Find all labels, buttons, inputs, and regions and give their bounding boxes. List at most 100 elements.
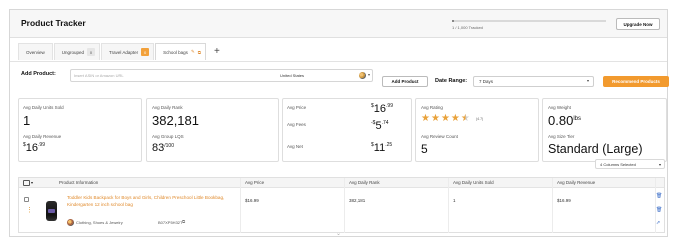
tab-label: Travel Adapter: [109, 49, 139, 55]
fees-label: Avg Fees: [287, 122, 306, 127]
progress-track: [452, 20, 606, 22]
rating-value: (4.7): [476, 117, 484, 121]
product-tracker-panel: Product Tracker 1 / 1,000 Tracked Upgrad…: [9, 9, 669, 237]
row-checkbox[interactable]: [24, 197, 29, 202]
copy-asin-icon[interactable]: ⧉: [182, 219, 185, 224]
add-product-button[interactable]: Add Product: [382, 76, 428, 87]
table-header: ▾ Product Information Avg Price Avg Dail…: [19, 178, 664, 188]
tab-ungrouped[interactable]: Ungrouped 0: [53, 43, 101, 60]
group-tabs: Overview Ungrouped 0 Travel Adapter 0 Sc…: [18, 43, 227, 61]
date-range-label: Date Range:: [435, 78, 468, 84]
tab-school-bags[interactable]: School bags ✎ ⧉: [155, 43, 206, 60]
add-product-field[interactable]: United States ▾: [70, 69, 373, 82]
star-icon: ★: [421, 113, 430, 124]
edit-icon[interactable]: ✎: [191, 49, 195, 55]
stat-card-dimensions: Avg Weight 0.80lbs Avg Size Tier Standar…: [542, 98, 667, 162]
share-icon[interactable]: ⇗: [656, 220, 660, 226]
cell-price: $16.99: [245, 198, 259, 203]
rating-label: Avg Rating: [421, 105, 443, 110]
units-sold-value: 1: [23, 113, 31, 128]
tab-count-badge: 0: [141, 48, 150, 56]
column-divider: [344, 178, 345, 233]
cell-revenue: $16.99: [557, 198, 571, 203]
group-lqs-value: 83/100: [152, 142, 174, 154]
header-bar: Product Tracker 1 / 1,000 Tracked Upgrad…: [10, 10, 667, 38]
units-sold-label: Avg Daily Units Sold: [23, 105, 64, 110]
chevron-down-icon[interactable]: ▾: [368, 72, 370, 77]
date-range-value: 7 Days: [479, 79, 494, 84]
columns-selector[interactable]: 4 Columns Selected ▾: [595, 159, 665, 169]
review-count-value: 5: [421, 142, 428, 156]
marketplace-select[interactable]: United States: [280, 73, 304, 78]
stat-card-pricing: Avg Price $16.99 Avg Fees -$5.74 Avg Net…: [282, 98, 412, 162]
star-rating: ★ ★ ★ ★ ★: [421, 114, 470, 124]
star-icon: ★: [450, 113, 460, 124]
add-tab-icon[interactable]: +: [207, 43, 227, 60]
star-icon: ★: [440, 113, 450, 124]
bsr-value: 382,181: [152, 113, 199, 128]
th-avg-daily-rank[interactable]: Avg Daily Rank: [349, 180, 380, 185]
tab-label: Overview: [26, 49, 45, 55]
stat-card-rank: Avg Daily Rank 382,181 Avg Group LQS 83/…: [146, 98, 279, 162]
product-title-link[interactable]: Toddler Kids Backpack for Boys and Girls…: [67, 194, 227, 208]
products-table: ▾ Product Information Avg Price Avg Dail…: [18, 177, 665, 233]
product-category: Clothing, Shoes & Jewelry: [76, 220, 123, 225]
recommend-products-button[interactable]: Recommend Products: [603, 76, 669, 87]
tab-divider: [10, 61, 667, 62]
th-avg-price[interactable]: Avg Price: [245, 180, 264, 185]
product-image: [46, 201, 57, 221]
product-asin: B07XP5H32T: [158, 220, 183, 225]
more-options-icon[interactable]: ⋮: [26, 207, 33, 214]
size-tier-label: Avg Size Tier: [548, 134, 575, 139]
stat-card-sales: Avg Daily Units Sold 1 Avg Daily Revenue…: [18, 98, 142, 162]
chevron-down-icon: ▾: [658, 162, 661, 167]
column-divider: [448, 178, 449, 233]
columns-selector-value: 4 Columns Selected: [600, 162, 636, 167]
tab-travel-adapter[interactable]: Travel Adapter 0: [101, 43, 155, 60]
page-title: Product Tracker: [21, 18, 86, 28]
net-value: $11.25: [371, 142, 393, 154]
tab-label: School bags: [163, 49, 188, 55]
asin-input[interactable]: [71, 70, 261, 81]
revenue-label: Avg Daily Revenue: [23, 134, 62, 139]
tab-count-badge: 0: [87, 48, 96, 56]
chevron-down-icon: ▾: [586, 78, 589, 83]
trash-icon[interactable]: 🗑: [656, 207, 662, 213]
category-icon: [67, 219, 74, 226]
chevron-down-icon[interactable]: ▾: [31, 180, 33, 185]
group-lqs-label: Avg Group LQS: [152, 134, 184, 139]
th-avg-daily-units-sold[interactable]: Avg Daily Units Sold: [453, 180, 494, 185]
bsr-label: Avg Daily Rank: [152, 105, 183, 110]
net-label: Avg Net: [287, 144, 303, 149]
add-product-label: Add Product:: [21, 71, 56, 77]
price-value: $16.99: [371, 103, 393, 115]
cell-rank: 382,181: [349, 198, 366, 203]
star-icon: ★: [430, 113, 440, 124]
weight-value: 0.80lbs: [548, 113, 581, 128]
revenue-value: $16.99: [23, 142, 45, 154]
price-label: Avg Price: [287, 105, 307, 110]
upgrade-button[interactable]: Upgrade Now: [616, 18, 660, 30]
cell-units: 1: [453, 198, 456, 203]
weight-label: Avg Weight: [548, 105, 571, 110]
column-divider: [240, 178, 241, 233]
chevron-down-icon[interactable]: ⌄: [336, 230, 341, 237]
progress-label: 1 / 1,000 Tracked: [452, 25, 483, 30]
star-half-icon: ★: [460, 113, 470, 124]
progress-fill: [452, 20, 454, 22]
th-avg-daily-revenue[interactable]: Avg Daily Revenue: [557, 180, 595, 185]
stat-card-reviews: Avg Rating ★ ★ ★ ★ ★ (4.7) Avg Review Co…: [415, 98, 539, 162]
review-count-label: Avg Review Count: [421, 134, 458, 139]
size-tier-value: Standard (Large): [548, 142, 643, 156]
date-range-select[interactable]: 7 Days ▾: [473, 76, 594, 87]
column-divider: [552, 178, 553, 233]
delete-icon[interactable]: 🗑: [656, 193, 662, 199]
column-settings-icon[interactable]: [23, 180, 30, 186]
fees-value: -$5.74: [371, 120, 389, 132]
tracking-progress: 1 / 1,000 Tracked: [452, 20, 612, 30]
tab-overview[interactable]: Overview: [18, 43, 53, 60]
flag-icon: [359, 72, 366, 79]
copy-icon[interactable]: ⧉: [198, 50, 201, 55]
th-product-information[interactable]: Product Information: [59, 180, 98, 185]
tab-label: Ungrouped: [61, 49, 85, 55]
